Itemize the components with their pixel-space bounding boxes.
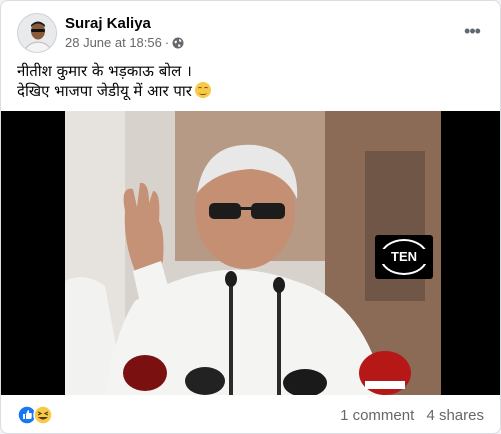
ellipsis-icon: ••• [464,20,481,41]
video-player[interactable]: TEN [1,111,500,395]
post-card: Suraj Kaliya 28 June at 18:56 · ••• नीती… [0,0,501,434]
comment-count[interactable]: 1 comment [340,407,414,424]
post-text-line-2: देखिए भाजपा जेडीयू में आर पार [17,82,192,100]
share-count[interactable]: 4 shares [426,407,484,424]
reaction-summary[interactable] [17,405,57,425]
post-timestamp[interactable]: 28 June at 18:56 [65,35,162,50]
post-text-line-1: नीतीश कुमार के भड़काऊ बोल । [17,62,192,80]
post-header: Suraj Kaliya 28 June at 18:56 · ••• [17,13,484,55]
relieved-face-emoji [194,82,211,98]
post-footer: 1 comment 4 shares [17,401,484,429]
author-name[interactable]: Suraj Kaliya [65,15,151,32]
globe-icon[interactable] [172,37,184,49]
post-text: नीतीश कुमार के भड़काऊ बोल । देखिए भाजपा … [17,61,484,101]
meta-separator: · [164,35,170,50]
ten-logo-watermark: TEN [375,235,433,279]
post-meta: 28 June at 18:56 · [65,35,184,50]
watermark-text: TEN [375,249,433,264]
more-options-button[interactable]: ••• [460,19,484,43]
engagement-counts: 1 comment 4 shares [332,407,484,424]
avatar[interactable] [17,13,57,53]
haha-icon [33,405,53,425]
